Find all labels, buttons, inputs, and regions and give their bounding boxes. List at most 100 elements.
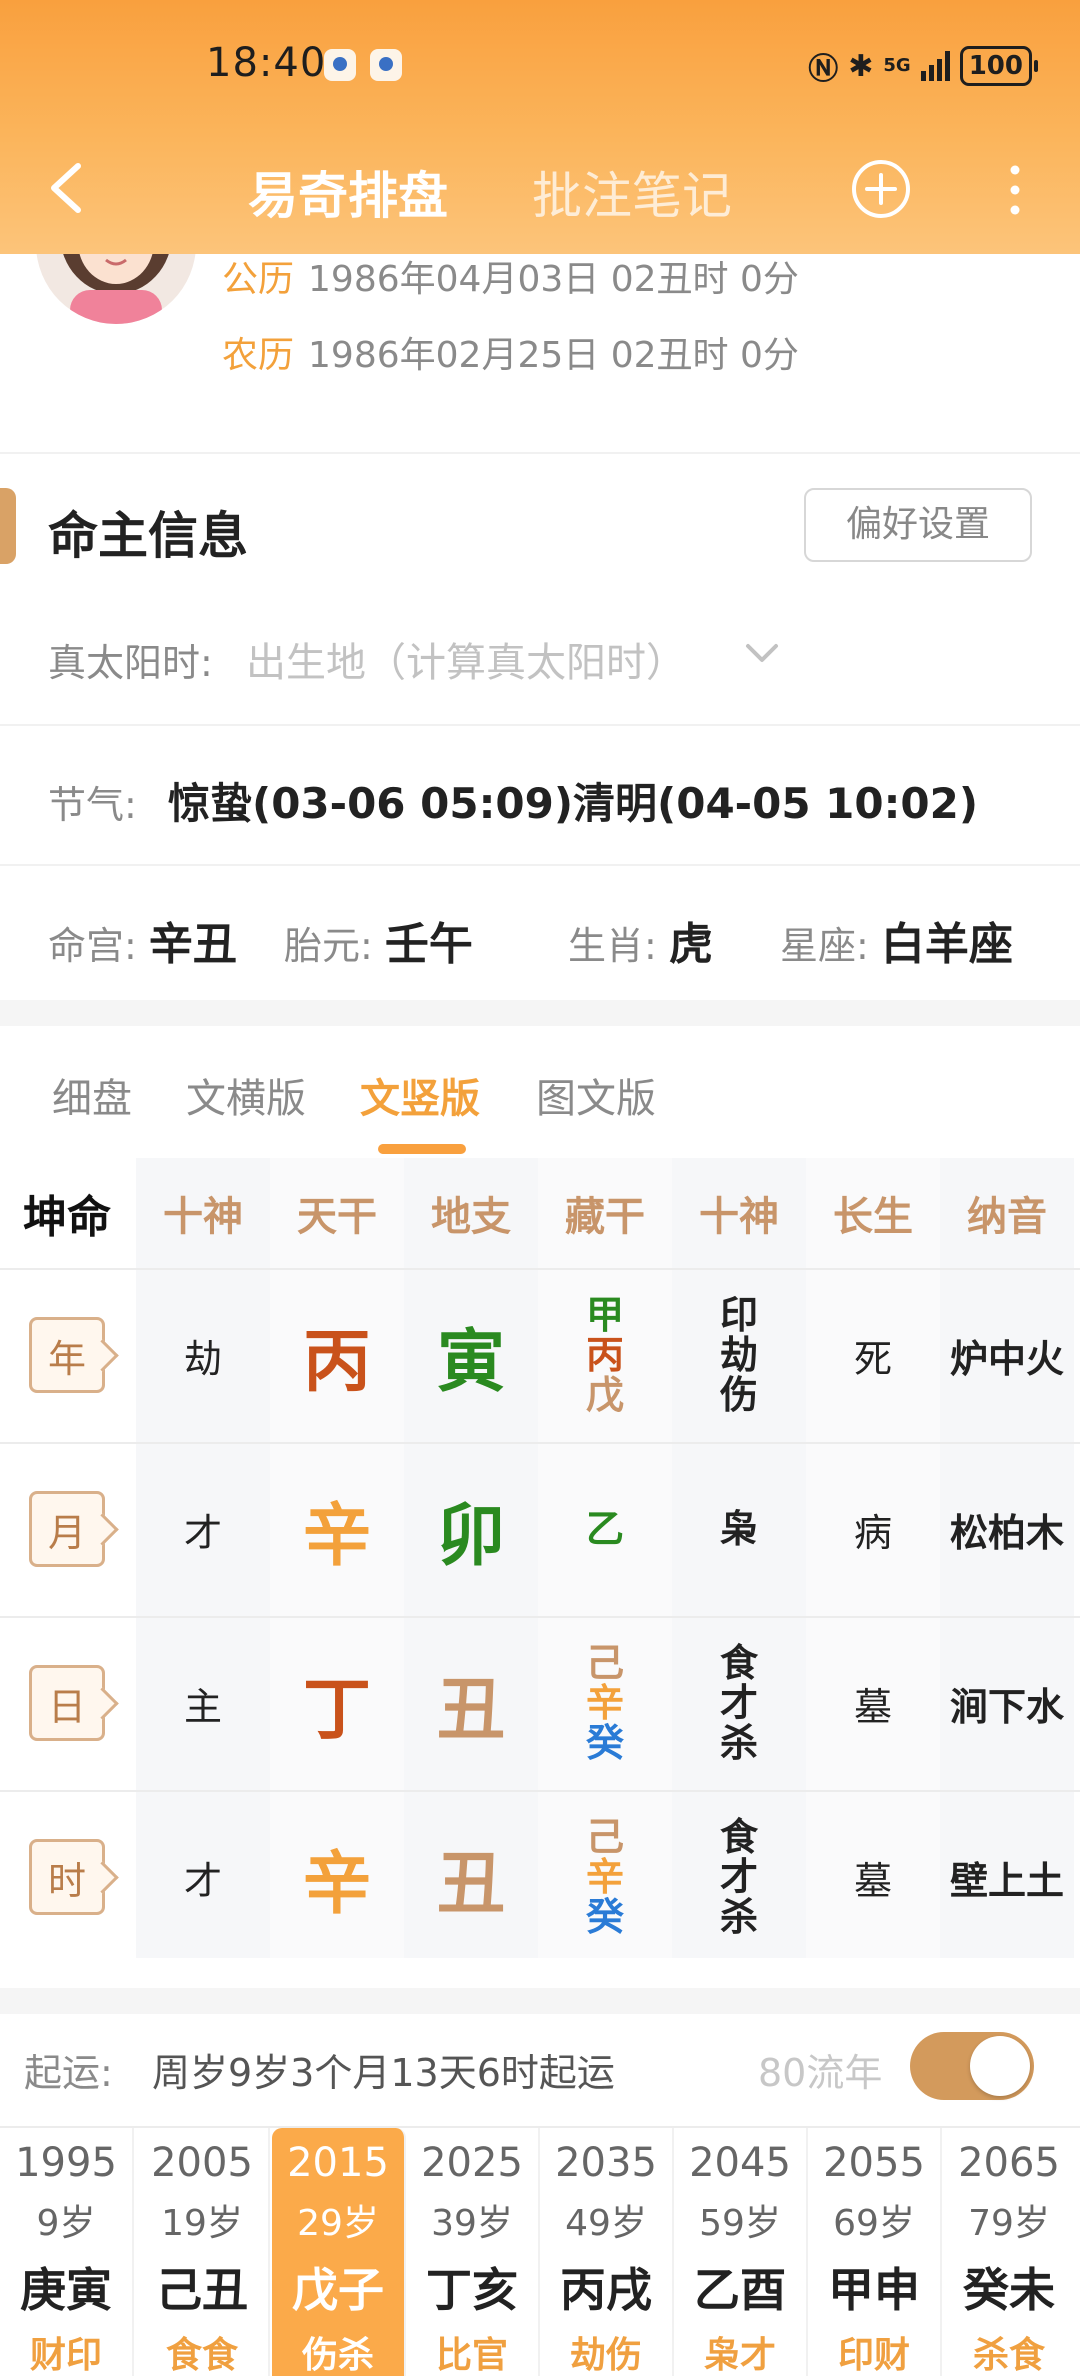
nayin-day: 涧下水 [949, 1684, 1064, 1729]
dayun-year: 2005 [151, 2140, 253, 2186]
shengxiao-value: 虎 [668, 919, 713, 970]
lunar-date-row: 农历 1986年02月25日 02丑时 0分 [222, 326, 799, 378]
qiyun-value: 周岁9岁3个月13天6时起运 [152, 2051, 615, 2095]
canggan-item: 辛 [585, 1855, 624, 1899]
xingzuo: 星座: 白羊座 [780, 908, 1013, 972]
solar-time-row[interactable]: 真太阳时: 出生地（计算真太阳时） [0, 590, 1080, 726]
chevron-down-icon[interactable] [742, 634, 782, 674]
dayun-shishen: 伤杀 [301, 2335, 374, 2376]
dayun-ganzhi: 己丑 [156, 2263, 248, 2317]
dayun-item[interactable]: 2055 69岁 甲申 印财 [808, 2128, 942, 2376]
dayun-age: 39岁 [431, 2203, 513, 2244]
dayun-ganzhi: 甲申 [828, 2263, 920, 2317]
dayun-item-active[interactable]: 2015 29岁 戊子 伤杀 [272, 2128, 406, 2376]
dayun-age: 49岁 [565, 2203, 647, 2244]
tab-vertical[interactable]: 文竖版 [360, 1066, 480, 1124]
canggan-item: 己 [585, 1641, 624, 1685]
status-icons: Ⓝ ✱ 5G 100 [808, 44, 1039, 88]
header-dizhi: 地支 [431, 1194, 511, 1240]
birthplace-select[interactable]: 出生地（计算真太阳时） [246, 630, 686, 688]
header-shishen: 十神 [163, 1194, 243, 1240]
solar-time-label: 真太阳时: [48, 641, 213, 685]
header-tiangan: 天干 [297, 1194, 377, 1240]
section-accent [0, 488, 16, 564]
dayun-shishen: 枭才 [703, 2335, 776, 2376]
shishen-hour: 才 [183, 1858, 222, 1903]
dayun-ganzhi: 丁亥 [426, 2263, 518, 2317]
canggan-item: 癸 [585, 1721, 624, 1765]
pillar-cell[interactable]: 时 [0, 1790, 134, 1964]
dayun-item[interactable]: 1995 9岁 庚寅 财印 [0, 2128, 134, 2376]
nayin-year: 炉中火 [949, 1336, 1064, 1381]
section-divider [0, 1000, 1080, 1026]
canggan-item: 辛 [585, 1681, 624, 1725]
shishen2-item: 才 [719, 1855, 758, 1899]
app-header: 18:40 Ⓝ ✱ 5G 100 易奇排盘 批注笔记 [0, 0, 1080, 254]
dayun-ganzhi: 癸未 [963, 2263, 1055, 2317]
pillar-year[interactable]: 年 [29, 1317, 105, 1393]
changsheng-year: 死 [853, 1336, 892, 1381]
shengxiao-label: 生肖: [568, 924, 657, 968]
xingzuo-value: 白羊座 [880, 919, 1013, 970]
dayun-item[interactable]: 2035 49岁 丙戌 劫伤 [540, 2128, 674, 2376]
header-canggan: 藏干 [565, 1194, 645, 1240]
dayun-item[interactable]: 2025 39岁 丁亥 比官 [406, 2128, 540, 2376]
pillar-month[interactable]: 月 [29, 1491, 105, 1567]
tab-horizontal[interactable]: 文横版 [186, 1066, 306, 1124]
preference-button[interactable]: 偏好设置 [804, 488, 1032, 562]
shishen2-item: 杀 [719, 1895, 758, 1939]
dayun-year: 2035 [555, 2140, 657, 2186]
pillar-cell[interactable]: 月 [0, 1442, 134, 1616]
pillar-cell[interactable]: 年 [0, 1268, 134, 1442]
add-icon[interactable] [850, 158, 912, 220]
dayun-shishen: 比官 [435, 2335, 508, 2376]
jieqi-label: 节气: [48, 783, 137, 827]
dayun-item[interactable]: 2045 59岁 乙酉 枭才 [674, 2128, 808, 2376]
solar-date-row: 公历 1986年04月03日 02丑时 0分 [222, 250, 799, 302]
app-notification-icon [324, 49, 356, 81]
jieqi-value: 惊蛰(03-06 05:09)清明(04-05 10:02) [168, 779, 979, 828]
liunian-toggle[interactable] [910, 2032, 1034, 2100]
qiyun-row: 起运: 周岁9岁3个月13天6时起运 80流年 [0, 1988, 1080, 2106]
dayun-item[interactable]: 2065 79岁 癸未 杀食 [942, 2128, 1076, 2376]
dayun-item[interactable]: 2005 19岁 己丑 食食 [136, 2128, 270, 2376]
shishen2-item: 伤 [719, 1373, 758, 1417]
tab-detail[interactable]: 细盘 [52, 1066, 132, 1124]
dayun-age: 19岁 [161, 2203, 243, 2244]
canggan-item: 乙 [585, 1507, 624, 1551]
solar-label: 公历 [222, 259, 295, 300]
shishen-day: 主 [183, 1684, 222, 1729]
shishen2-item: 印 [719, 1293, 758, 1337]
pillar-day[interactable]: 日 [29, 1665, 105, 1741]
canggan-item: 己 [585, 1815, 624, 1859]
dayun-year: 2025 [421, 2140, 523, 2186]
tab-notes[interactable]: 批注笔记 [532, 156, 732, 228]
shishen2-month: 枭 [720, 1509, 758, 1549]
tiangan-month: 辛 [302, 1496, 371, 1576]
solar-date: 1986年04月03日 02丑时 0分 [308, 259, 799, 300]
view-tabs: 细盘 文横版 文竖版 图文版 [0, 1026, 1080, 1156]
back-icon[interactable] [40, 158, 100, 218]
pillar-cell[interactable]: 日 [0, 1616, 134, 1790]
dizhi-day: 丑 [436, 1670, 505, 1750]
more-icon[interactable] [1000, 162, 1030, 218]
shishen2-item: 食 [719, 1641, 758, 1685]
bluetooth-icon: ✱ [848, 48, 874, 84]
profile-card: 公历 1986年04月03日 02丑时 0分 农历 1986年02月25日 02丑时… [0, 194, 1080, 454]
tab-paipan[interactable]: 易奇排盘 [248, 156, 448, 228]
tiangan-year: 丙 [302, 1322, 371, 1402]
tiangan-hour: 辛 [302, 1844, 371, 1924]
shishen2-day: 食 才 杀 [720, 1643, 758, 1763]
pillar-hour[interactable]: 时 [29, 1839, 105, 1915]
toggle-knob [970, 2036, 1030, 2096]
dayun-age: 59岁 [699, 2203, 781, 2244]
shishen-month: 才 [183, 1510, 222, 1555]
tab-graphic[interactable]: 图文版 [536, 1066, 656, 1124]
nayin-hour: 壁上土 [949, 1858, 1064, 1903]
dayun-age: 79岁 [968, 2203, 1050, 2244]
canggan-day: 己 辛 癸 [586, 1643, 624, 1763]
canggan-item: 甲 [585, 1293, 624, 1337]
gong-row: 命宫: 辛丑 胎元: 壬午 生肖: 虎 星座: 白羊座 [0, 866, 1080, 1000]
shishen2-item: 食 [719, 1815, 758, 1859]
shishen2-item: 才 [719, 1681, 758, 1725]
